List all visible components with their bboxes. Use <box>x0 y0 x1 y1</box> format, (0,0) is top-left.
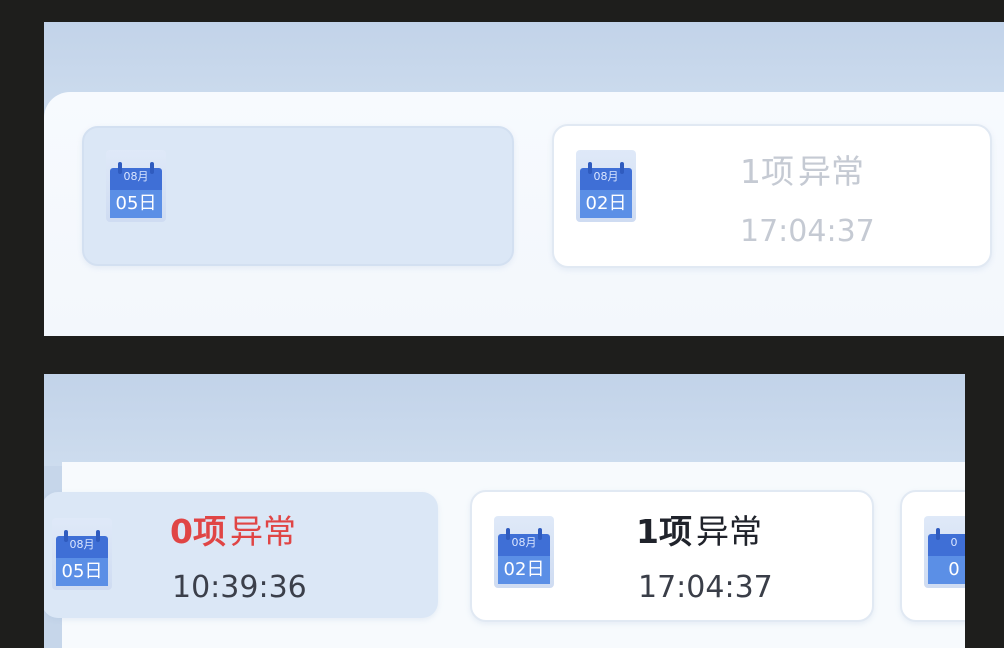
anomaly-count: 0项 <box>170 512 226 551</box>
header-band <box>44 374 965 466</box>
top-screenshot-panel: 08月 05日 08月 02日 1项 异常 17:04:37 <box>44 22 1004 336</box>
record-time: 17:04:37 <box>740 214 875 249</box>
date-record-card-02[interactable]: 08月 02日 1项 异常 17:04:37 <box>552 124 992 268</box>
calendar-day: 05日 <box>56 558 108 586</box>
record-list-area: 08月 05日 08月 02日 1项 异常 17:04:37 <box>44 92 1004 336</box>
anomaly-label: 异常 <box>695 512 762 551</box>
calendar-month: 0 <box>950 536 958 549</box>
anomaly-count-title: 0项 异常 <box>170 512 296 552</box>
calendar-day: 02日 <box>580 190 632 218</box>
calendar-icon: 0 0 <box>924 516 965 588</box>
calendar-icon: 08月 05日 <box>106 150 166 222</box>
bottom-screenshot-panel: 08月 05日 0项 异常 10:39:36 08月 02日 1项 异常 17:04… <box>44 374 965 648</box>
calendar-day: 05日 <box>110 190 162 218</box>
calendar-day: 02日 <box>498 556 550 584</box>
calendar-day: 0 <box>928 556 965 584</box>
date-record-card-partial[interactable]: 0 0 <box>900 490 965 622</box>
record-time: 17:04:37 <box>638 570 773 605</box>
calendar-month: 08月 <box>511 536 537 549</box>
calendar-month: 08月 <box>593 170 619 183</box>
date-record-card-05[interactable]: 08月 05日 <box>82 126 514 266</box>
anomaly-label: 异常 <box>798 152 864 191</box>
calendar-icon: 08月 02日 <box>576 150 636 222</box>
calendar-icon: 08月 05日 <box>52 518 112 590</box>
calendar-month: 08月 <box>69 538 95 551</box>
anomaly-count: 1项 <box>636 512 692 551</box>
record-time: 10:39:36 <box>172 570 307 605</box>
date-record-card-02[interactable]: 08月 02日 1项 异常 17:04:37 <box>470 490 874 622</box>
anomaly-count: 1项 <box>740 152 794 191</box>
anomaly-count-title: 1项 异常 <box>636 512 762 552</box>
calendar-month: 08月 <box>123 170 149 183</box>
calendar-icon: 08月 02日 <box>494 516 554 588</box>
record-list-area: 08月 05日 0项 异常 10:39:36 08月 02日 1项 异常 17:04… <box>44 462 965 648</box>
anomaly-count-title: 1项 异常 <box>740 152 864 192</box>
anomaly-label: 异常 <box>229 512 296 551</box>
date-record-card-05[interactable]: 08月 05日 0项 异常 10:39:36 <box>44 492 438 618</box>
